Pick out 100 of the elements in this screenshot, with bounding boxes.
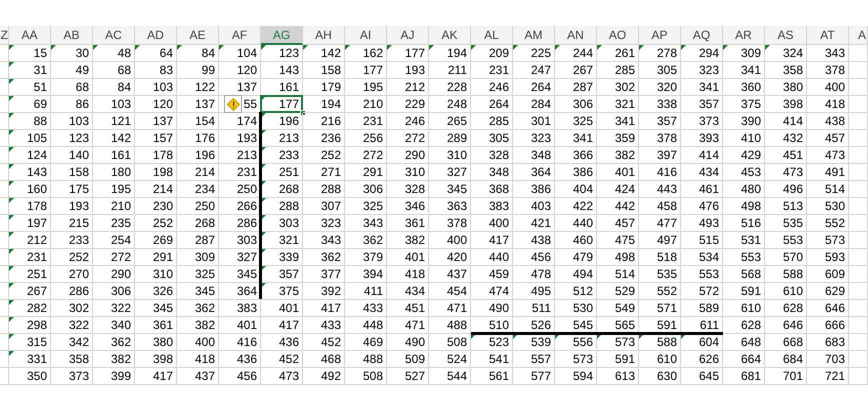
table-cell: 247 bbox=[530, 63, 551, 77]
column-header[interactable]: AC bbox=[93, 26, 135, 45]
table-cell: 457 bbox=[824, 131, 845, 145]
table-cell: 573 bbox=[614, 335, 635, 349]
table-cell: 386 bbox=[572, 165, 593, 179]
table-cell: 250 bbox=[236, 182, 257, 196]
table-cell: 270 bbox=[68, 267, 89, 281]
table-cell: 552 bbox=[824, 216, 845, 230]
table-cell: 225 bbox=[530, 46, 551, 60]
table-cell: 140 bbox=[68, 148, 89, 162]
column-header[interactable]: AH bbox=[303, 26, 345, 45]
table-cell: 306 bbox=[110, 284, 131, 298]
table-cell: 345 bbox=[194, 284, 215, 298]
table-cell: 338 bbox=[656, 97, 677, 111]
error-options-button[interactable] bbox=[224, 95, 242, 113]
table-cell: 491 bbox=[824, 165, 845, 179]
table-cell: 437 bbox=[446, 267, 467, 281]
table-cell: 511 bbox=[532, 301, 551, 315]
table-cell: 236 bbox=[320, 131, 341, 145]
table-cell: 179 bbox=[320, 80, 341, 94]
table-cell: 310 bbox=[446, 148, 467, 162]
table-cell: 401 bbox=[404, 250, 425, 264]
column-header[interactable]: AF bbox=[219, 26, 261, 45]
table-cell: 178 bbox=[26, 199, 47, 213]
table-cell: 305 bbox=[656, 63, 677, 77]
table-cell: 573 bbox=[824, 233, 845, 247]
table-cell: 645 bbox=[698, 369, 719, 383]
table-cell: 160 bbox=[26, 182, 47, 196]
table-cell: 68 bbox=[118, 63, 131, 77]
table-cell: 286 bbox=[68, 284, 89, 298]
column-header[interactable]: AQ bbox=[681, 26, 723, 45]
column-header[interactable]: AA bbox=[9, 26, 51, 45]
column-header[interactable]: AN bbox=[555, 26, 597, 45]
column-header[interactable]: AO bbox=[597, 26, 639, 45]
column-header[interactable]: AS bbox=[765, 26, 807, 45]
column-header[interactable]: AI bbox=[345, 26, 387, 45]
table-cell: 422 bbox=[572, 199, 593, 213]
table-cell: 378 bbox=[656, 131, 677, 145]
table-cell: 362 bbox=[320, 250, 341, 264]
table-cell: 436 bbox=[236, 352, 257, 366]
table-cell: 468 bbox=[320, 352, 341, 366]
table-cell: 252 bbox=[68, 250, 89, 264]
table-cell: 177 bbox=[362, 63, 383, 77]
table-cell: 591 bbox=[656, 318, 677, 332]
table-cell: 84 bbox=[118, 80, 131, 94]
table-cell: 327 bbox=[446, 165, 467, 179]
table-cell: 495 bbox=[530, 284, 551, 298]
table-cell: 411 bbox=[364, 284, 383, 298]
table-cell: 357 bbox=[278, 267, 299, 281]
column-header[interactable]: AP bbox=[639, 26, 681, 45]
table-cell: 285 bbox=[614, 63, 635, 77]
table-cell: 398 bbox=[152, 352, 173, 366]
table-cell: 287 bbox=[194, 233, 215, 247]
table-cell: 630 bbox=[656, 369, 677, 383]
column-header[interactable]: A bbox=[849, 26, 868, 45]
table-cell: 254 bbox=[110, 233, 131, 247]
table-cell: 325 bbox=[194, 267, 215, 281]
table-cell: 142 bbox=[320, 46, 341, 60]
column-header[interactable]: Z bbox=[0, 26, 9, 45]
table-cell: 216 bbox=[320, 114, 341, 128]
table-cell: 345 bbox=[152, 301, 173, 315]
column-header[interactable]: AG bbox=[261, 26, 303, 45]
table-cell: 424 bbox=[614, 182, 635, 196]
table-cell: 137 bbox=[152, 114, 173, 128]
column-header[interactable]: AT bbox=[807, 26, 849, 45]
table-cell: 629 bbox=[824, 284, 845, 298]
table-cell: 573 bbox=[572, 352, 593, 366]
table-cell: 305 bbox=[488, 131, 509, 145]
column-header[interactable]: AK bbox=[429, 26, 471, 45]
table-cell: 512 bbox=[572, 284, 593, 298]
table-cell: 361 bbox=[404, 216, 425, 230]
table-cell: 104 bbox=[236, 46, 257, 60]
table-cell: 568 bbox=[740, 267, 761, 281]
table-cell: 416 bbox=[236, 335, 257, 349]
column-header[interactable]: AE bbox=[177, 26, 219, 45]
column-header[interactable]: AL bbox=[471, 26, 513, 45]
table-cell: 364 bbox=[530, 165, 551, 179]
table-cell: 383 bbox=[488, 199, 509, 213]
table-cell: 488 bbox=[446, 318, 467, 332]
table-cell: 526 bbox=[530, 318, 551, 332]
table-cell: 383 bbox=[236, 301, 257, 315]
column-header[interactable]: AD bbox=[135, 26, 177, 45]
table-cell: 322 bbox=[68, 318, 89, 332]
table-cell: 267 bbox=[26, 284, 47, 298]
table-cell: 410 bbox=[740, 131, 761, 145]
column-header[interactable]: AM bbox=[513, 26, 555, 45]
column-header[interactable]: AB bbox=[51, 26, 93, 45]
column-header[interactable]: AJ bbox=[387, 26, 429, 45]
table-cell: 233 bbox=[68, 233, 89, 247]
table-cell: 193 bbox=[68, 199, 89, 213]
table-cell: 328 bbox=[404, 182, 425, 196]
table-cell: 457 bbox=[614, 216, 635, 230]
table-cell: 244 bbox=[572, 46, 593, 60]
table-cell: 683 bbox=[824, 335, 845, 349]
table-cell: 433 bbox=[320, 318, 341, 332]
table-cell: 588 bbox=[782, 267, 803, 281]
table-cell: 105 bbox=[26, 131, 47, 145]
column-header[interactable]: AR bbox=[723, 26, 765, 45]
table-cell: 68 bbox=[76, 80, 89, 94]
table-cell: 250 bbox=[194, 199, 215, 213]
